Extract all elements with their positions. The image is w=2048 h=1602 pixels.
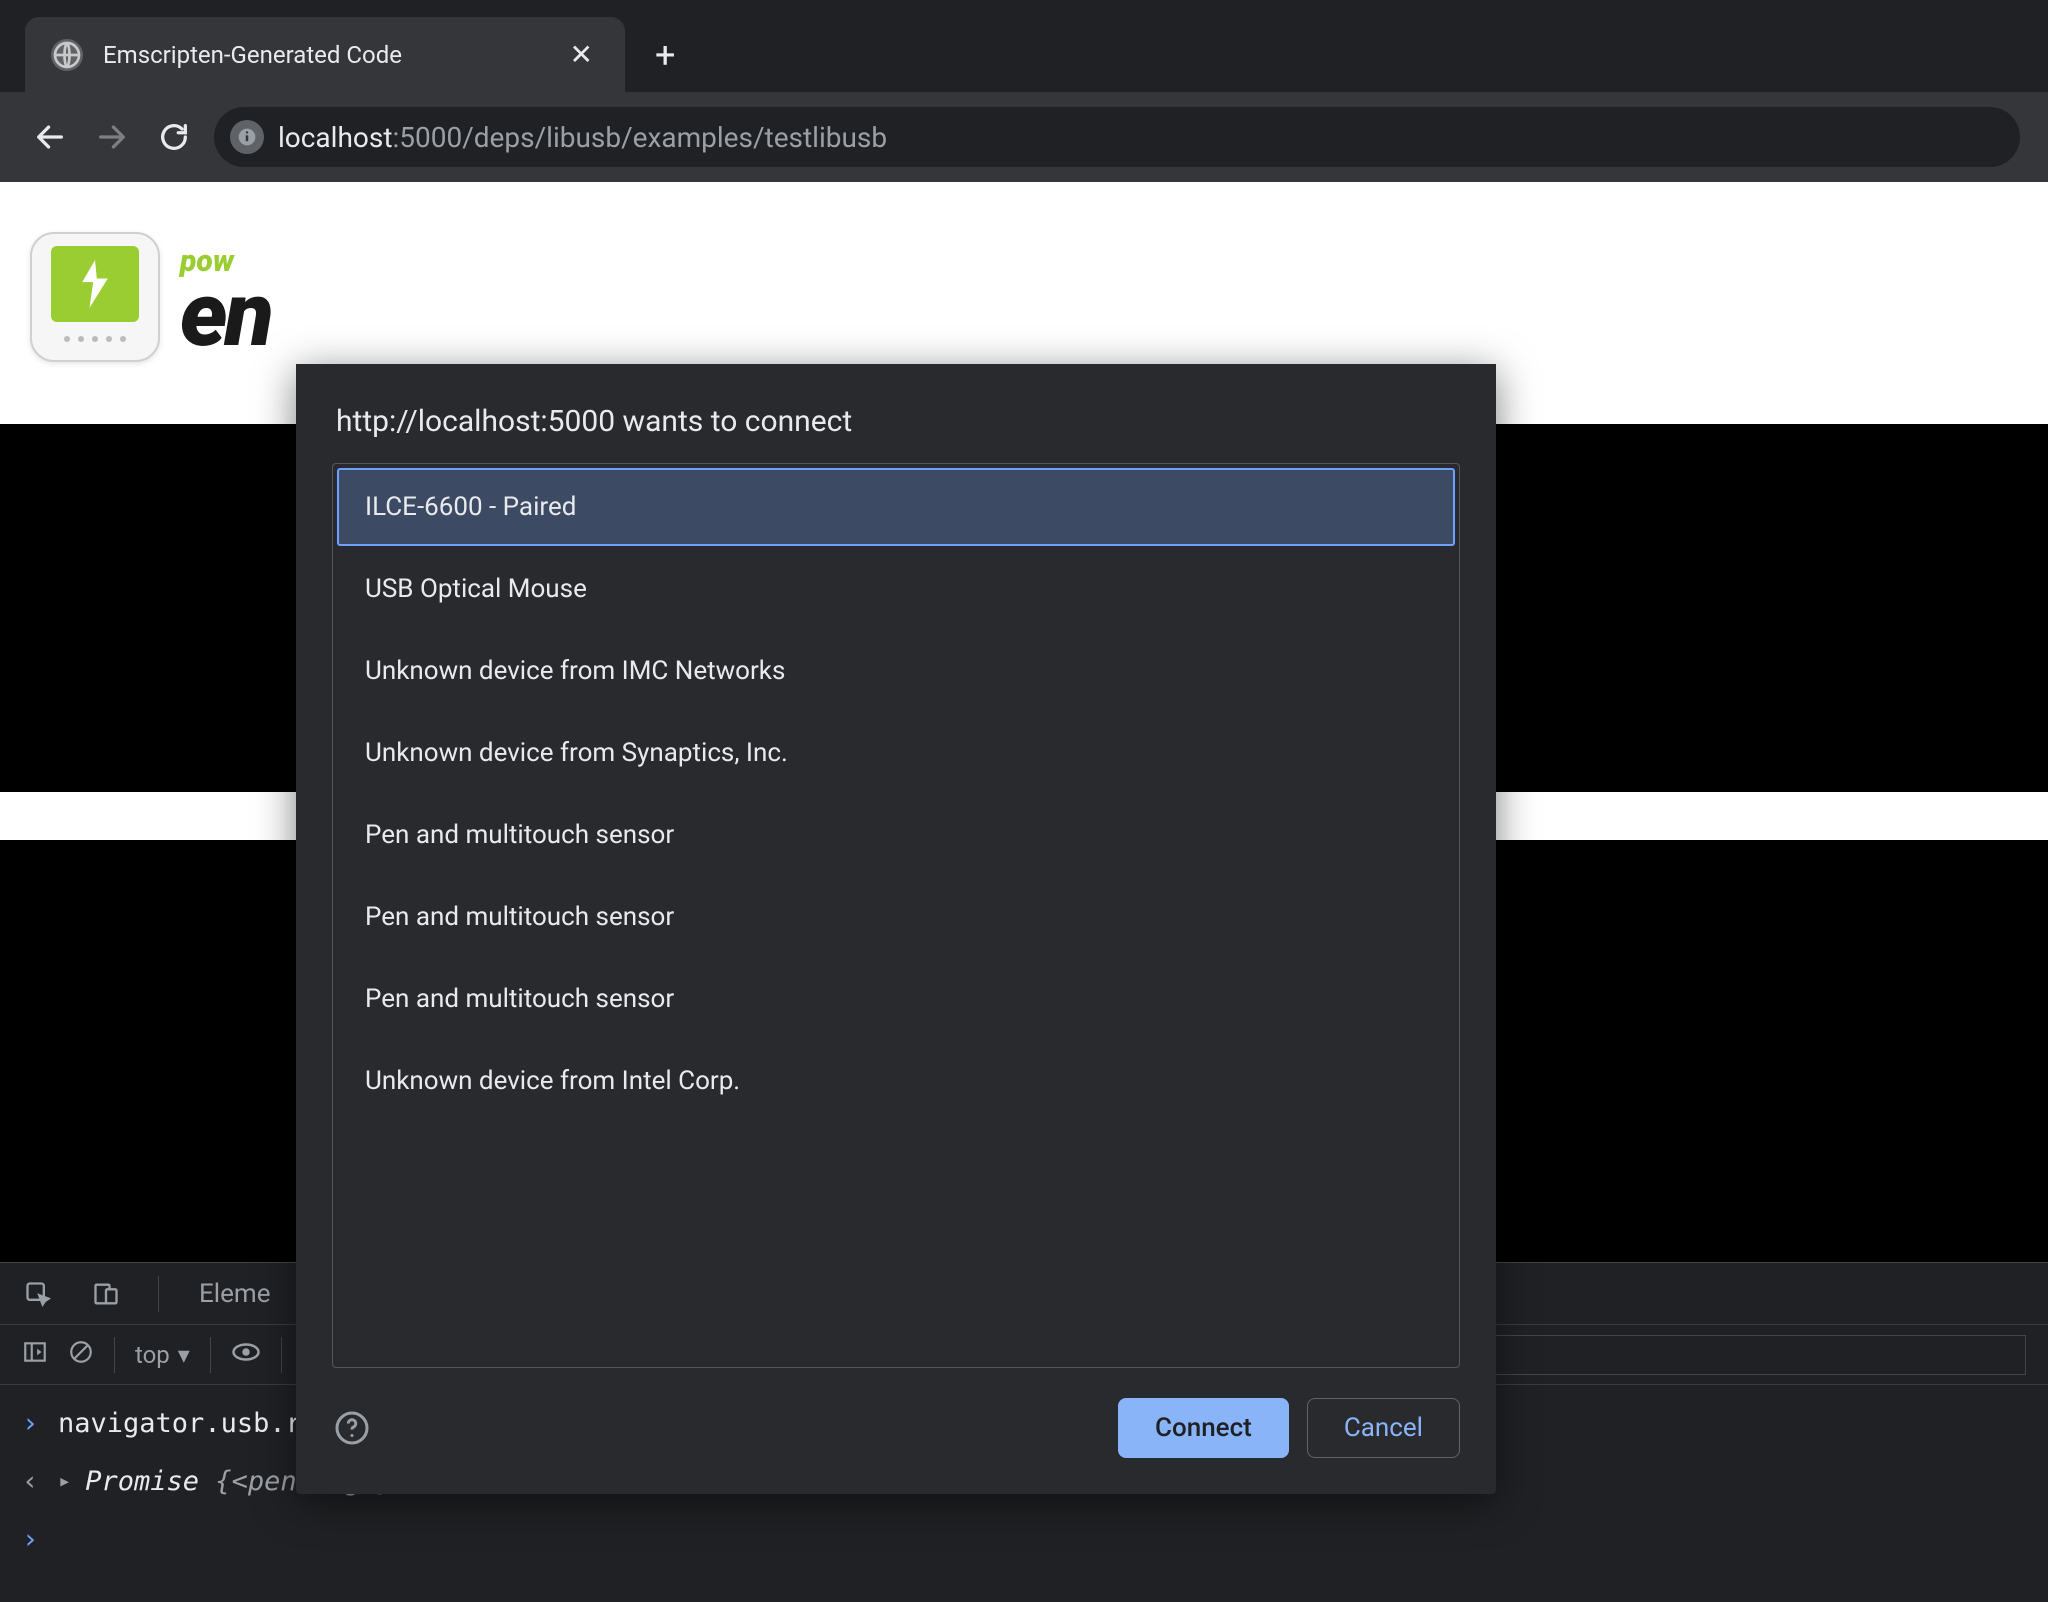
cancel-button[interactable]: Cancel xyxy=(1307,1398,1460,1458)
context-selector[interactable]: top ▾ xyxy=(135,1341,190,1369)
device-option[interactable]: Pen and multitouch sensor xyxy=(337,878,1455,956)
site-info-icon[interactable] xyxy=(230,120,264,154)
reload-button[interactable] xyxy=(152,115,196,159)
tab-strip: Emscripten-Generated Code ✕ + xyxy=(0,0,2048,92)
inspect-icon[interactable] xyxy=(22,1278,54,1310)
device-list: ILCE-6600 - Paired USB Optical Mouse Unk… xyxy=(332,463,1460,1368)
device-toggle-icon[interactable] xyxy=(90,1278,122,1310)
logo-text: pow en xyxy=(180,244,271,351)
emscripten-logo xyxy=(30,232,160,362)
dialog-title: http://localhost:5000 wants to connect xyxy=(296,364,1496,463)
browser-toolbar: localhost:5000/deps/libusb/examples/test… xyxy=(0,92,2048,182)
help-icon[interactable] xyxy=(332,1408,372,1448)
browser-tab[interactable]: Emscripten-Generated Code ✕ xyxy=(25,17,625,92)
page-content: pow en http://localhost:5000 wants to co… xyxy=(0,182,2048,1602)
address-bar[interactable]: localhost:5000/deps/libusb/examples/test… xyxy=(214,107,2020,167)
url-text: localhost:5000/deps/libusb/examples/test… xyxy=(278,121,887,154)
close-icon[interactable]: ✕ xyxy=(564,38,599,71)
connect-button[interactable]: Connect xyxy=(1118,1398,1289,1458)
device-option[interactable]: Unknown device from IMC Networks xyxy=(337,632,1455,710)
chevron-down-icon: ▾ xyxy=(178,1341,190,1369)
tab-title: Emscripten-Generated Code xyxy=(103,41,544,69)
console-sidebar-toggle-icon[interactable] xyxy=(22,1339,48,1371)
usb-device-chooser-dialog: http://localhost:5000 wants to connect I… xyxy=(296,364,1496,1494)
devtools-tab-elements[interactable]: Eleme xyxy=(195,1267,274,1321)
expand-icon[interactable]: ▸ xyxy=(58,1463,71,1500)
globe-icon xyxy=(51,39,83,71)
prompt-icon: › xyxy=(22,1401,44,1447)
device-option[interactable]: ILCE-6600 - Paired xyxy=(337,468,1455,546)
device-option[interactable]: Pen and multitouch sensor xyxy=(337,796,1455,874)
live-expression-icon[interactable] xyxy=(231,1337,261,1373)
new-tab-button[interactable]: + xyxy=(625,17,705,92)
device-option[interactable]: USB Optical Mouse xyxy=(337,550,1455,628)
back-button[interactable] xyxy=(28,115,72,159)
prompt-icon: › xyxy=(22,1517,44,1563)
dialog-footer: Connect Cancel xyxy=(296,1368,1496,1494)
console-prompt[interactable]: › xyxy=(0,1511,2048,1569)
clear-console-icon[interactable] xyxy=(68,1339,94,1371)
output-icon: ‹ xyxy=(22,1459,44,1505)
device-option[interactable]: Unknown device from Intel Corp. xyxy=(337,1042,1455,1120)
device-option[interactable]: Unknown device from Synaptics, Inc. xyxy=(337,714,1455,792)
forward-button[interactable] xyxy=(90,115,134,159)
device-option[interactable]: Pen and multitouch sensor xyxy=(337,960,1455,1038)
